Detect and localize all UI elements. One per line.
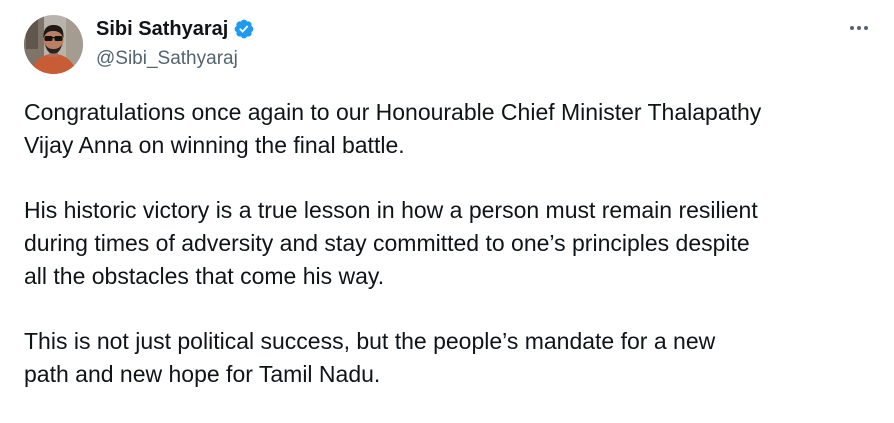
tweet-text-line: all the obstacles that come his way. (24, 263, 385, 289)
tweet-card: Sibi Sathyaraj @Sibi_Sathyaraj Congratul… (0, 0, 894, 423)
avatar[interactable] (24, 15, 83, 74)
more-options-button[interactable] (842, 14, 876, 42)
tweet-paragraph: Congratulations once again to our Honour… (24, 96, 884, 162)
tweet-paragraph: This is not just political success, but … (24, 325, 884, 391)
author-name-row: Sibi Sathyaraj (96, 16, 255, 42)
avatar-image (24, 15, 83, 74)
tweet-text-line: This is not just political success, but … (24, 328, 716, 354)
tweet-text-line: during times of adversity and stay commi… (24, 230, 750, 256)
author-display-name[interactable]: Sibi Sathyaraj (96, 16, 228, 42)
tweet-text-line: path and new hope for Tamil Nadu. (24, 361, 381, 387)
tweet-text-line: Congratulations once again to our Honour… (24, 99, 762, 125)
author-handle[interactable]: @Sibi_Sathyaraj (96, 47, 238, 71)
verified-badge-icon[interactable] (233, 18, 255, 40)
tweet-paragraph: His historic victory is a true lesson in… (24, 194, 884, 293)
tweet-text-line: His historic victory is a true lesson in… (24, 197, 758, 223)
more-horizontal-icon (850, 26, 868, 30)
tweet-text: Congratulations once again to our Honour… (24, 96, 884, 423)
tweet-text-line: Vijay Anna on winning the final battle. (24, 132, 405, 158)
